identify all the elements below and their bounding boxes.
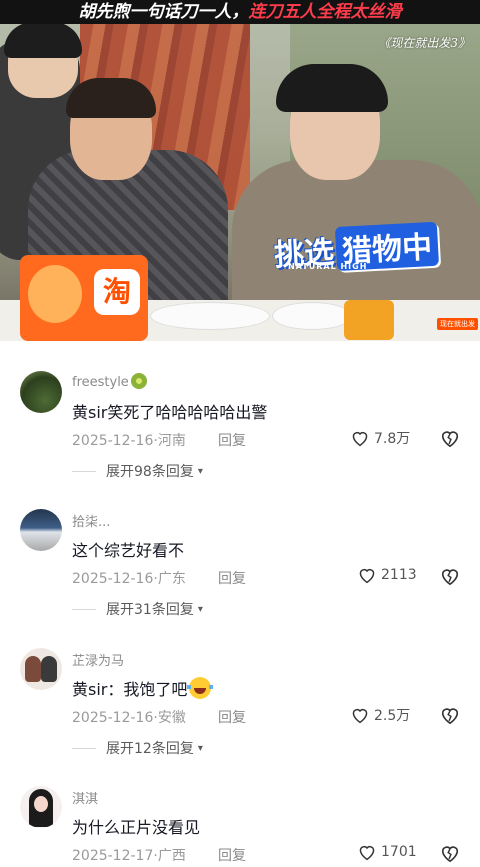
like-button[interactable]: 1701	[357, 843, 417, 861]
reply-button[interactable]: 回复	[218, 568, 246, 588]
show-corner-logo: 现在就出发	[437, 318, 478, 330]
video-title: 胡先煦一句话刀一人，连刀五人全程太丝滑	[0, 0, 480, 24]
plate	[150, 302, 270, 330]
username-text: freestyle	[72, 375, 129, 390]
like-button[interactable]: 2.5万	[350, 705, 410, 725]
divider-line	[72, 608, 96, 610]
like-count: 1701	[381, 844, 417, 860]
caption-subtitle: NATURAL HIGH	[288, 262, 368, 271]
comment-location: 安徽	[157, 710, 186, 726]
mug	[344, 300, 394, 340]
person-right-hair	[276, 64, 388, 112]
dislike-button[interactable]	[439, 428, 461, 452]
expand-replies-label: 展开12条回复	[106, 741, 194, 757]
comment-username[interactable]: 拾柒...	[72, 511, 110, 530]
dislike-button[interactable]	[439, 843, 461, 867]
video-title-part1: 胡先煦一句话刀一人，	[78, 2, 249, 22]
expand-replies-button[interactable]: 展开98条回复 ▾	[72, 461, 203, 481]
comment-text-content: 黄sir：我饱了吧	[72, 680, 188, 699]
comment-username[interactable]: 芷渌为马	[72, 650, 124, 669]
comment-username[interactable]: 淇淇	[72, 788, 98, 807]
like-button[interactable]: 7.8万	[350, 428, 410, 448]
avatar[interactable]	[20, 509, 62, 551]
comment-meta: 2025-12-16·广东	[72, 571, 186, 587]
broken-heart-icon	[441, 708, 459, 725]
comment-meta: 2025-12-16·安徽	[72, 710, 186, 726]
heart-icon	[359, 845, 375, 861]
heart-icon	[352, 431, 368, 447]
avatar[interactable]	[20, 786, 62, 828]
expand-replies-button[interactable]: 展开31条回复 ▾	[72, 599, 203, 619]
comment-location: 广西	[157, 848, 186, 864]
broken-heart-icon	[441, 569, 459, 586]
show-name-tag: 《现在就出发3》	[378, 36, 470, 50]
chevron-down-icon: ▾	[197, 742, 203, 754]
comment-date: 2025-12-16	[72, 571, 154, 587]
heart-icon	[359, 568, 375, 584]
like-count: 2113	[381, 567, 417, 583]
expand-replies-label: 展开31条回复	[106, 602, 194, 618]
reply-button[interactable]: 回复	[218, 845, 246, 865]
expand-replies-button[interactable]: 展开12条回复 ▾	[72, 738, 203, 758]
video-player[interactable]: 淘 胡先煦一句话刀一人，连刀五人全程太丝滑 《现在就出发3》 挑选 猎物中 NA…	[0, 0, 480, 341]
person-middle-hair	[66, 78, 156, 118]
video-title-part2: 连刀五人全程太丝滑	[248, 2, 402, 22]
chevron-down-icon: ▾	[197, 465, 203, 477]
reply-button[interactable]: 回复	[218, 430, 246, 450]
plate	[272, 302, 352, 330]
comment-date: 2025-12-16	[72, 710, 154, 726]
avatar[interactable]	[20, 371, 62, 413]
taobao-sponsor-box: 淘	[20, 255, 148, 341]
heart-icon	[352, 708, 368, 724]
expand-replies-label: 展开98条回复	[106, 464, 194, 480]
broken-heart-icon	[441, 846, 459, 863]
comment-date: 2025-12-16	[72, 433, 154, 449]
like-count: 7.8万	[374, 431, 411, 447]
reply-button[interactable]: 回复	[218, 707, 246, 727]
comment-location: 广东	[157, 571, 186, 587]
comment-text: 为什么正片没看见	[72, 818, 201, 837]
comment-location: 河南	[157, 433, 186, 449]
comment-text: 黄sir笑死了哈哈哈哈哈出警	[72, 403, 268, 422]
dislike-button[interactable]	[439, 566, 461, 590]
comment-text: 黄sir：我饱了吧	[72, 676, 214, 700]
comment-date: 2025-12-17	[72, 848, 154, 864]
like-button[interactable]: 2113	[357, 566, 417, 584]
broken-heart-icon	[441, 431, 459, 448]
like-count: 2.5万	[374, 708, 411, 724]
person-left-hair	[4, 22, 82, 58]
comment-text: 这个综艺好看不	[72, 541, 185, 560]
kiwi-icon	[130, 373, 147, 389]
taobao-mascot-icon	[28, 265, 82, 323]
taobao-logo: 淘	[94, 269, 140, 315]
avatar[interactable]	[20, 648, 62, 690]
comment-meta: 2025-12-16·河南	[72, 433, 186, 449]
tears-of-joy-icon	[187, 677, 214, 699]
dislike-button[interactable]	[439, 705, 461, 729]
divider-line	[72, 470, 96, 472]
chevron-down-icon: ▾	[197, 603, 203, 615]
comment-username[interactable]: freestyle	[72, 373, 147, 390]
comment-meta: 2025-12-17·广西	[72, 848, 186, 864]
divider-line	[72, 747, 96, 749]
